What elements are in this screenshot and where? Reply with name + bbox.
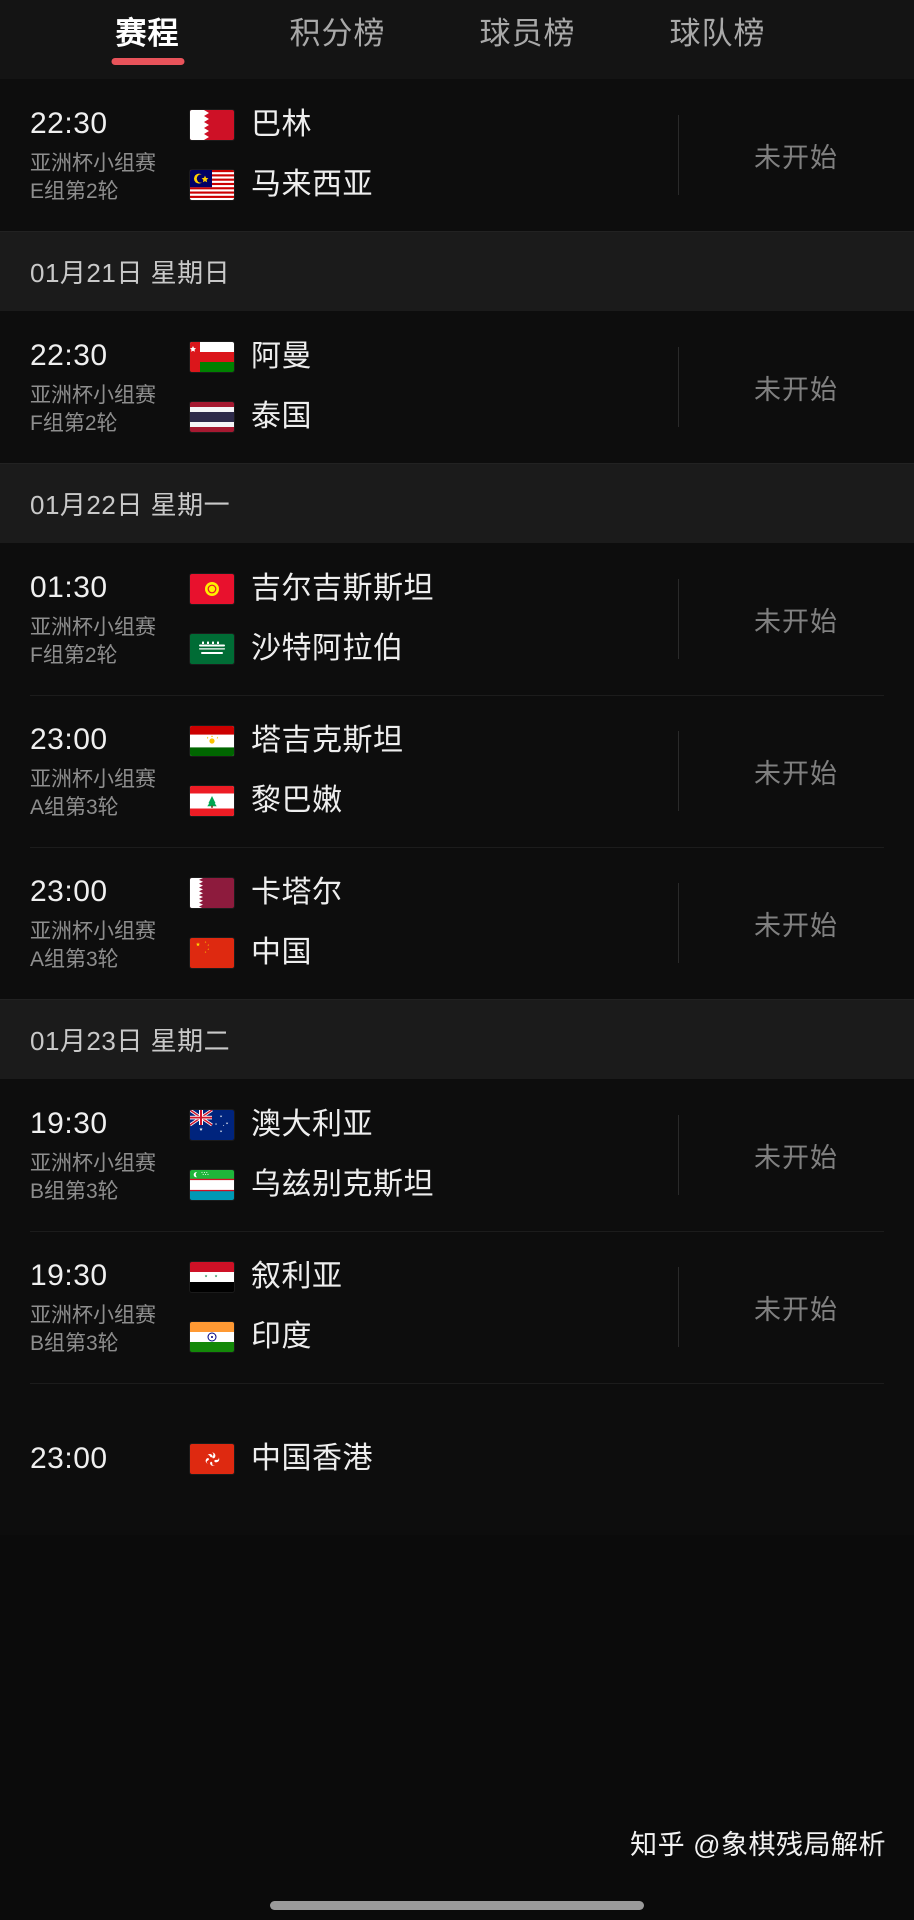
home-team-name: 阿曼 [251,340,312,373]
match-meta: 23:00 亚洲杯小组赛 A组第3轮 [0,873,186,974]
away-team-name: 印度 [251,1320,312,1353]
competition-name: 亚洲杯小组赛 [30,1151,156,1175]
tab-label: 赛程 [115,16,180,51]
flag-icon [190,170,234,200]
match-row[interactable]: 22:30 亚洲杯小组赛 E组第2轮 巴林马来西亚 未开始 [0,79,914,231]
home-team-name: 澳大利亚 [251,1108,373,1141]
date-label: 01月22日 星期一 [30,490,231,520]
match-meta: 23:00 [0,1440,186,1478]
match-time: 22:30 [30,338,108,372]
tab-4[interactable]: 球队榜 [665,0,770,54]
flag-icon [190,878,234,908]
home-team-name: 叙利亚 [251,1260,343,1293]
flag-icon [190,1322,234,1352]
competition-round: B组第3轮 [30,1331,119,1355]
competition-round: A组第3轮 [30,947,119,971]
watermark: 知乎 @象棋残局解析 [630,1830,886,1860]
away-team-name: 黎巴嫩 [251,784,343,817]
flag-icon [190,1444,234,1474]
match-meta: 23:00 亚洲杯小组赛 A组第3轮 [0,721,186,822]
status-badge: 未开始 [754,1142,838,1173]
match-meta: 22:30 亚洲杯小组赛 E组第2轮 [0,105,186,206]
flag-icon [190,634,234,664]
tab-label: 球员榜 [479,16,576,51]
home-team-name: 卡塔尔 [251,876,343,909]
flag-icon [190,1110,234,1140]
status-badge: 未开始 [754,374,838,405]
match-row[interactable]: 23:00 亚洲杯小组赛 A组第3轮 卡塔尔中国 未开始 [0,847,914,999]
date-label: 01月23日 星期二 [30,1026,231,1056]
competition-round: B组第3轮 [30,1179,119,1203]
home-indicator [270,1901,644,1910]
away-team-name: 乌兹别克斯坦 [251,1168,434,1201]
match-row[interactable]: 23:00 中国香港 [0,1383,914,1535]
match-meta: 19:30 亚洲杯小组赛 B组第3轮 [0,1105,186,1206]
match-row[interactable]: 22:30 亚洲杯小组赛 F组第2轮 阿曼泰国 未开始 [0,311,914,463]
away-team-name: 马来西亚 [251,168,373,201]
match-time: 19:30 [30,1258,108,1292]
teams: 中国香港 [186,1440,914,1478]
tab-3[interactable]: 球员榜 [475,0,580,54]
match-time: 23:00 [30,722,108,756]
flag-icon [190,342,234,372]
tab-label: 球队榜 [669,16,766,51]
flag-icon [190,574,234,604]
flag-icon [190,726,234,756]
match-time: 19:30 [30,1106,108,1140]
status-badge: 未开始 [754,142,838,173]
competition-round: F组第2轮 [30,411,118,435]
home-team-name: 塔吉克斯坦 [251,724,404,757]
competition-name: 亚洲杯小组赛 [30,1303,156,1327]
competition-name: 亚洲杯小组赛 [30,615,156,639]
tab-1[interactable]: 赛程 [95,0,200,65]
match-row[interactable]: 01:30 亚洲杯小组赛 F组第2轮 吉尔吉斯斯坦 沙特阿拉伯 未开始 [0,543,914,695]
match-row[interactable]: 19:30 亚洲杯小组赛 B组第3轮 叙利亚印度 未开始 [0,1231,914,1383]
home-team-name: 巴林 [251,108,312,141]
match-time: 23:00 [30,1442,108,1475]
status-badge: 未开始 [754,1294,838,1325]
tab-label: 积分榜 [289,16,386,51]
flag-icon [190,1170,234,1200]
competition-name: 亚洲杯小组赛 [30,151,156,175]
competition-name: 亚洲杯小组赛 [30,383,156,407]
away-team-name: 泰国 [251,400,312,433]
tab-2[interactable]: 积分榜 [285,0,390,54]
flag-icon [190,1262,234,1292]
date-header: 01月23日 星期二 [0,999,914,1079]
home-team-name: 吉尔吉斯斯坦 [251,572,434,605]
date-label: 01月21日 星期日 [30,258,231,288]
date-header: 01月22日 星期一 [0,463,914,543]
home-team: 中国香港 [190,1440,914,1478]
match-meta: 22:30 亚洲杯小组赛 F组第2轮 [0,337,186,438]
match-list[interactable]: 22:30 亚洲杯小组赛 E组第2轮 巴林 马来西亚 未开始 01月21日 星期日 22:30… [0,79,914,1920]
competition-name: 亚洲杯小组赛 [30,767,156,791]
competition-name: 亚洲杯小组赛 [30,919,156,943]
match-row[interactable]: 23:00 亚洲杯小组赛 A组第3轮 塔吉克斯坦黎巴嫩 未开始 [0,695,914,847]
competition-round: A组第3轮 [30,795,119,819]
flag-icon [190,402,234,432]
flag-icon [190,938,234,968]
competition-round: E组第2轮 [30,179,119,203]
status-badge: 未开始 [754,606,838,637]
schedule-app: 赛程 积分榜 球员榜 球队榜 22:30 亚洲杯小组赛 E组第2轮 巴林 马来西亚 未开始 01月… [0,0,914,1920]
away-team-name: 沙特阿拉伯 [251,632,404,665]
match-meta: 19:30 亚洲杯小组赛 B组第3轮 [0,1257,186,1358]
tab-bar: 赛程 积分榜 球员榜 球队榜 [0,0,914,79]
flag-icon [190,110,234,140]
match-time: 23:00 [30,874,108,908]
match-time: 01:30 [30,570,108,604]
status-badge: 未开始 [754,758,838,789]
tab-active-indicator [111,58,184,65]
status-badge: 未开始 [754,910,838,941]
match-meta: 01:30 亚洲杯小组赛 F组第2轮 [0,569,186,670]
home-team-name: 中国香港 [251,1442,373,1475]
match-time: 22:30 [30,106,108,140]
away-team-name: 中国 [251,936,312,969]
match-row[interactable]: 19:30 亚洲杯小组赛 B组第3轮 澳大利亚乌兹别克斯坦 未开始 [0,1079,914,1231]
date-header: 01月21日 星期日 [0,231,914,311]
flag-icon [190,786,234,816]
competition-round: F组第2轮 [30,643,118,667]
